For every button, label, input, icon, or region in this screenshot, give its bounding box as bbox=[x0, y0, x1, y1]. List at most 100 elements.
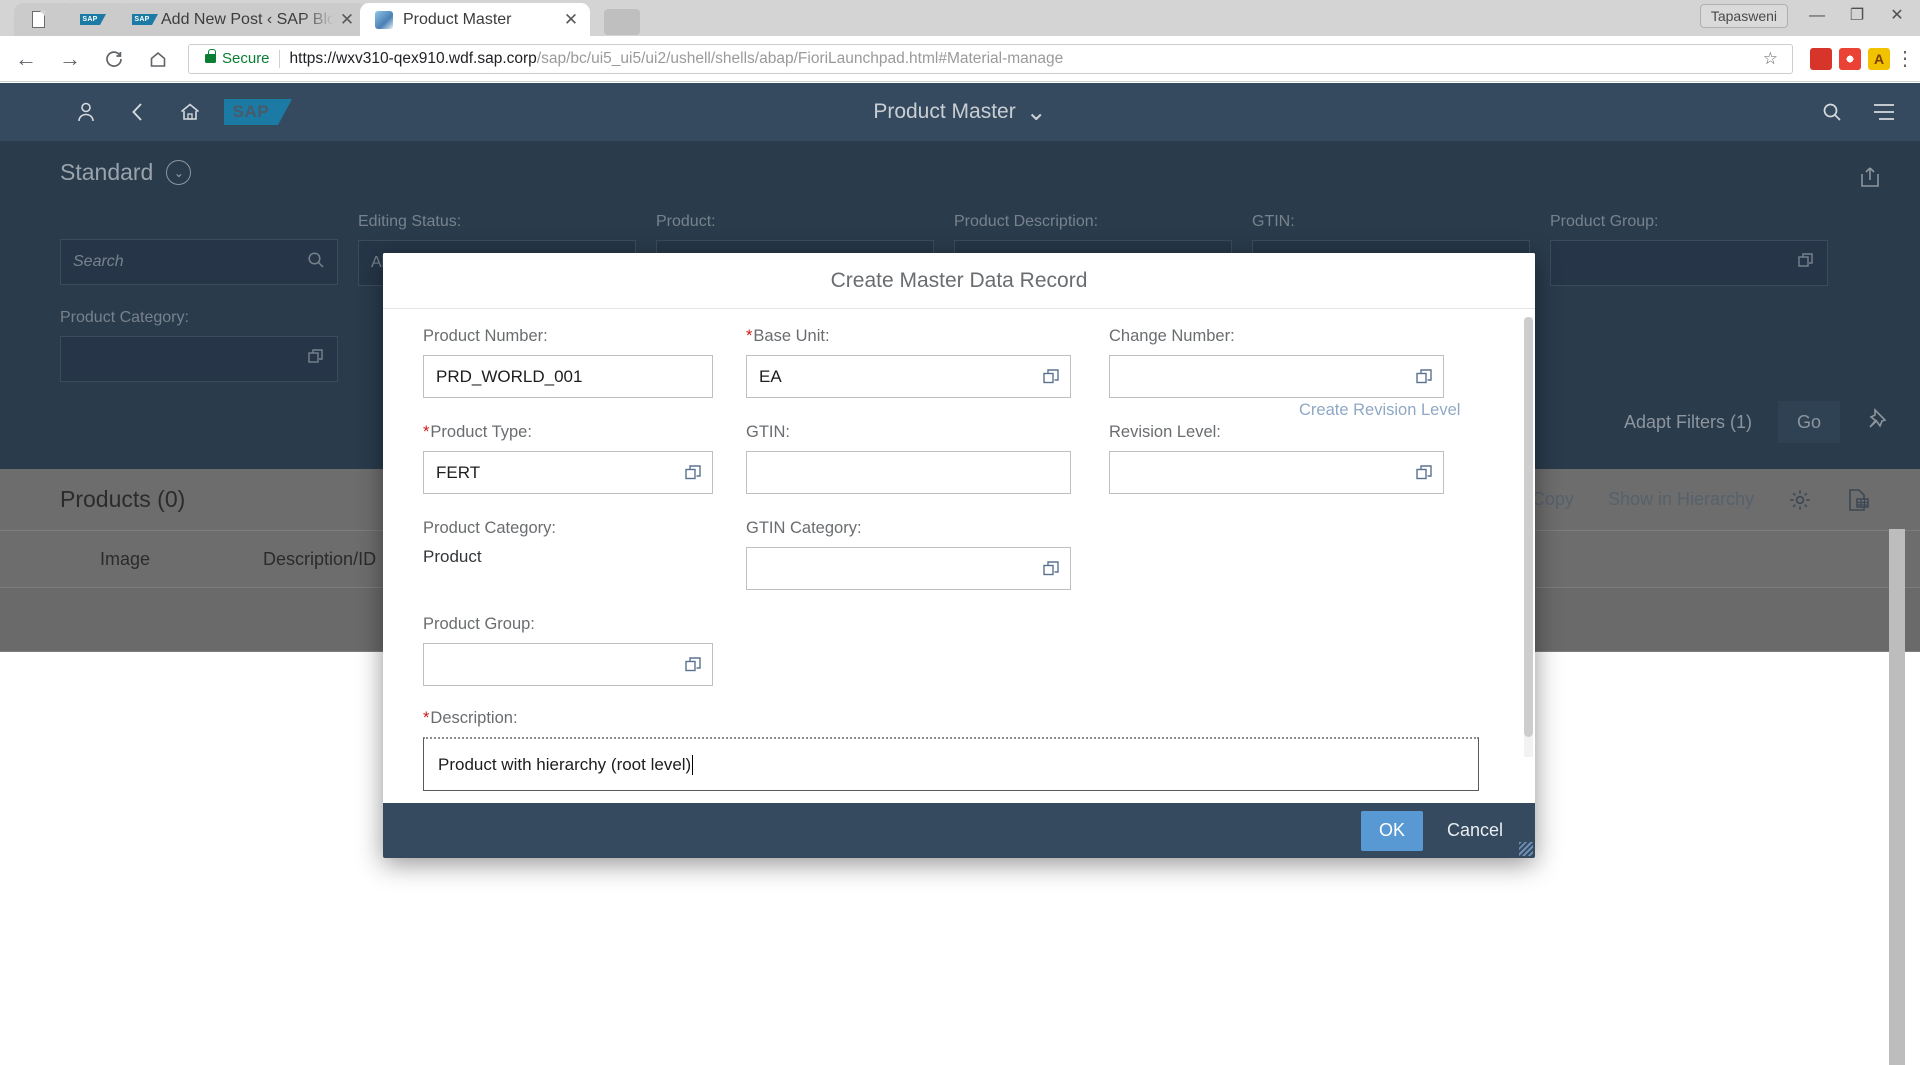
value-help-icon[interactable] bbox=[1043, 560, 1060, 577]
field-label: GTIN: bbox=[746, 423, 1071, 442]
sap-logo-text: SAP bbox=[233, 102, 270, 122]
filter-label: Product Category: bbox=[60, 309, 338, 327]
pin-icon[interactable] bbox=[1866, 407, 1890, 437]
field-gtin-category: GTIN Category: bbox=[746, 519, 1071, 590]
product-group-input[interactable] bbox=[1550, 240, 1828, 286]
field-value: PRD_WORLD_001 bbox=[436, 367, 582, 387]
adapt-filters-button[interactable]: Adapt Filters (1) bbox=[1624, 412, 1752, 433]
search-icon[interactable] bbox=[1806, 90, 1858, 134]
profile-chip[interactable]: Tapasweni bbox=[1700, 4, 1788, 28]
field-value: Product with hierarchy (root level) bbox=[438, 755, 691, 775]
page-scrollbar[interactable] bbox=[1889, 529, 1905, 1065]
value-help-icon[interactable] bbox=[1416, 368, 1433, 385]
value-help-icon[interactable] bbox=[685, 464, 702, 481]
value-help-icon[interactable] bbox=[1798, 252, 1815, 274]
menu-icon[interactable] bbox=[1858, 90, 1910, 134]
browser-window: SAP SAP Add New Post ‹ SAP Blog ✕ Produc… bbox=[0, 0, 1920, 1030]
value-help-icon[interactable] bbox=[1416, 464, 1433, 481]
field-gtin: GTIN: bbox=[746, 423, 1071, 494]
change-number-input[interactable] bbox=[1109, 355, 1444, 398]
filter-product-category: Product Category: bbox=[60, 309, 338, 382]
address-bar[interactable]: Secure https://wxv310-qex910.wdf.sap.cor… bbox=[188, 44, 1793, 74]
close-icon[interactable]: ✕ bbox=[334, 7, 360, 33]
show-in-hierarchy-button[interactable]: Show in Hierarchy bbox=[1608, 489, 1754, 510]
field-label-text: Description: bbox=[430, 709, 517, 727]
dialog-scrollbar-thumb[interactable] bbox=[1524, 317, 1533, 737]
maximize-button[interactable]: ❐ bbox=[1838, 3, 1876, 29]
field-value: EA bbox=[759, 367, 782, 387]
field-label: Change Number: bbox=[1109, 327, 1444, 346]
create-revision-level-link[interactable]: Create Revision Level bbox=[1299, 401, 1460, 420]
product-number-input[interactable]: PRD_WORLD_001 bbox=[423, 355, 713, 398]
field-base-unit: *Base Unit: EA bbox=[746, 327, 1071, 398]
tab-strip: SAP SAP Add New Post ‹ SAP Blog ✕ Produc… bbox=[0, 0, 1920, 36]
product-category-input[interactable] bbox=[60, 336, 338, 382]
dialog-header: Create Master Data Record bbox=[383, 253, 1535, 309]
bookmark-star-icon[interactable]: ☆ bbox=[1757, 49, 1784, 69]
close-window-button[interactable]: ✕ bbox=[1878, 3, 1916, 29]
filter-label: Editing Status: bbox=[358, 213, 636, 231]
field-label: *Description: bbox=[423, 709, 1479, 728]
cancel-button[interactable]: Cancel bbox=[1433, 811, 1517, 851]
base-unit-input[interactable]: EA bbox=[746, 355, 1071, 398]
product-group-input[interactable] bbox=[423, 643, 713, 686]
value-help-icon[interactable] bbox=[308, 348, 325, 370]
close-icon[interactable]: ✕ bbox=[558, 7, 584, 33]
shell-title-area[interactable]: Product Master ⌄ bbox=[0, 83, 1920, 141]
text-cursor bbox=[692, 755, 693, 775]
page-title: Product Master bbox=[873, 100, 1015, 124]
dialog-title: Create Master Data Record bbox=[831, 269, 1088, 293]
browser-tab-4[interactable]: Product Master ✕ bbox=[360, 3, 590, 36]
search-icon[interactable] bbox=[307, 251, 325, 274]
extension-icon-3[interactable] bbox=[1868, 48, 1890, 70]
field-label: Revision Level: bbox=[1109, 423, 1444, 442]
column-description-id: Description/ID bbox=[263, 549, 376, 570]
field-description: *Description: Product with hierarchy (ro… bbox=[423, 709, 1479, 791]
home-icon[interactable] bbox=[140, 41, 176, 77]
gtin-category-input[interactable] bbox=[746, 547, 1071, 590]
dialog-scrollbar[interactable] bbox=[1524, 317, 1533, 757]
field-product-type: *Product Type: FERT bbox=[423, 423, 713, 494]
chrome-menu-icon[interactable]: ⋮ bbox=[1890, 53, 1920, 65]
chevron-down-icon: ⌄ bbox=[1026, 107, 1047, 117]
search-input[interactable]: Search bbox=[60, 239, 338, 285]
product-category-value: Product bbox=[423, 547, 482, 566]
product-type-input[interactable]: FERT bbox=[423, 451, 713, 494]
tab-title: Add New Post ‹ SAP Blog bbox=[161, 11, 334, 29]
shell-header: SAP Product Master ⌄ bbox=[0, 83, 1920, 141]
new-tab-button[interactable] bbox=[604, 9, 640, 35]
field-label: Product Category: bbox=[423, 519, 713, 538]
share-icon[interactable] bbox=[1858, 165, 1882, 195]
value-help-icon[interactable] bbox=[1043, 368, 1060, 385]
description-textarea[interactable]: Product with hierarchy (root level) bbox=[423, 737, 1479, 791]
copy-button[interactable]: Copy bbox=[1532, 489, 1574, 510]
field-label: *Base Unit: bbox=[746, 327, 1071, 346]
extension-icon-1[interactable] bbox=[1810, 48, 1832, 70]
search-placeholder: Search bbox=[73, 253, 124, 271]
variant-selector[interactable]: Standard ⌄ bbox=[60, 159, 191, 186]
browser-toolbar: ← → Secure https://wxv310-qex910.wdf.sap… bbox=[0, 36, 1920, 82]
minimize-button[interactable]: ― bbox=[1798, 3, 1836, 29]
browser-tab-3[interactable]: SAP Add New Post ‹ SAP Blog ✕ bbox=[118, 3, 366, 36]
value-help-icon[interactable] bbox=[685, 656, 702, 673]
forward-icon[interactable]: → bbox=[52, 41, 88, 77]
tab-title: Product Master bbox=[403, 11, 558, 29]
export-to-spreadsheet-icon[interactable] bbox=[1846, 488, 1870, 512]
revision-level-input[interactable] bbox=[1109, 451, 1444, 494]
ok-button[interactable]: OK bbox=[1361, 811, 1423, 851]
required-marker: * bbox=[423, 423, 429, 441]
url-host: https://wxv310-qex910.wdf.sap.corp bbox=[290, 50, 537, 67]
gear-icon[interactable] bbox=[1788, 488, 1812, 512]
reload-icon[interactable] bbox=[96, 41, 132, 77]
back-icon[interactable]: ← bbox=[8, 41, 44, 77]
dialog-resize-grip[interactable] bbox=[1519, 842, 1533, 856]
field-change-number: Change Number: bbox=[1109, 327, 1444, 398]
extension-icon-2[interactable] bbox=[1839, 48, 1861, 70]
window-controls: Tapasweni ― ❐ ✕ bbox=[1700, 2, 1916, 30]
gtin-input[interactable] bbox=[746, 451, 1071, 494]
field-product-group: Product Group: bbox=[423, 615, 713, 686]
filter-label: Product: bbox=[656, 213, 934, 231]
go-button[interactable]: Go bbox=[1778, 401, 1840, 443]
filter-search: Search bbox=[60, 239, 338, 285]
sap-icon: SAP bbox=[132, 10, 152, 30]
